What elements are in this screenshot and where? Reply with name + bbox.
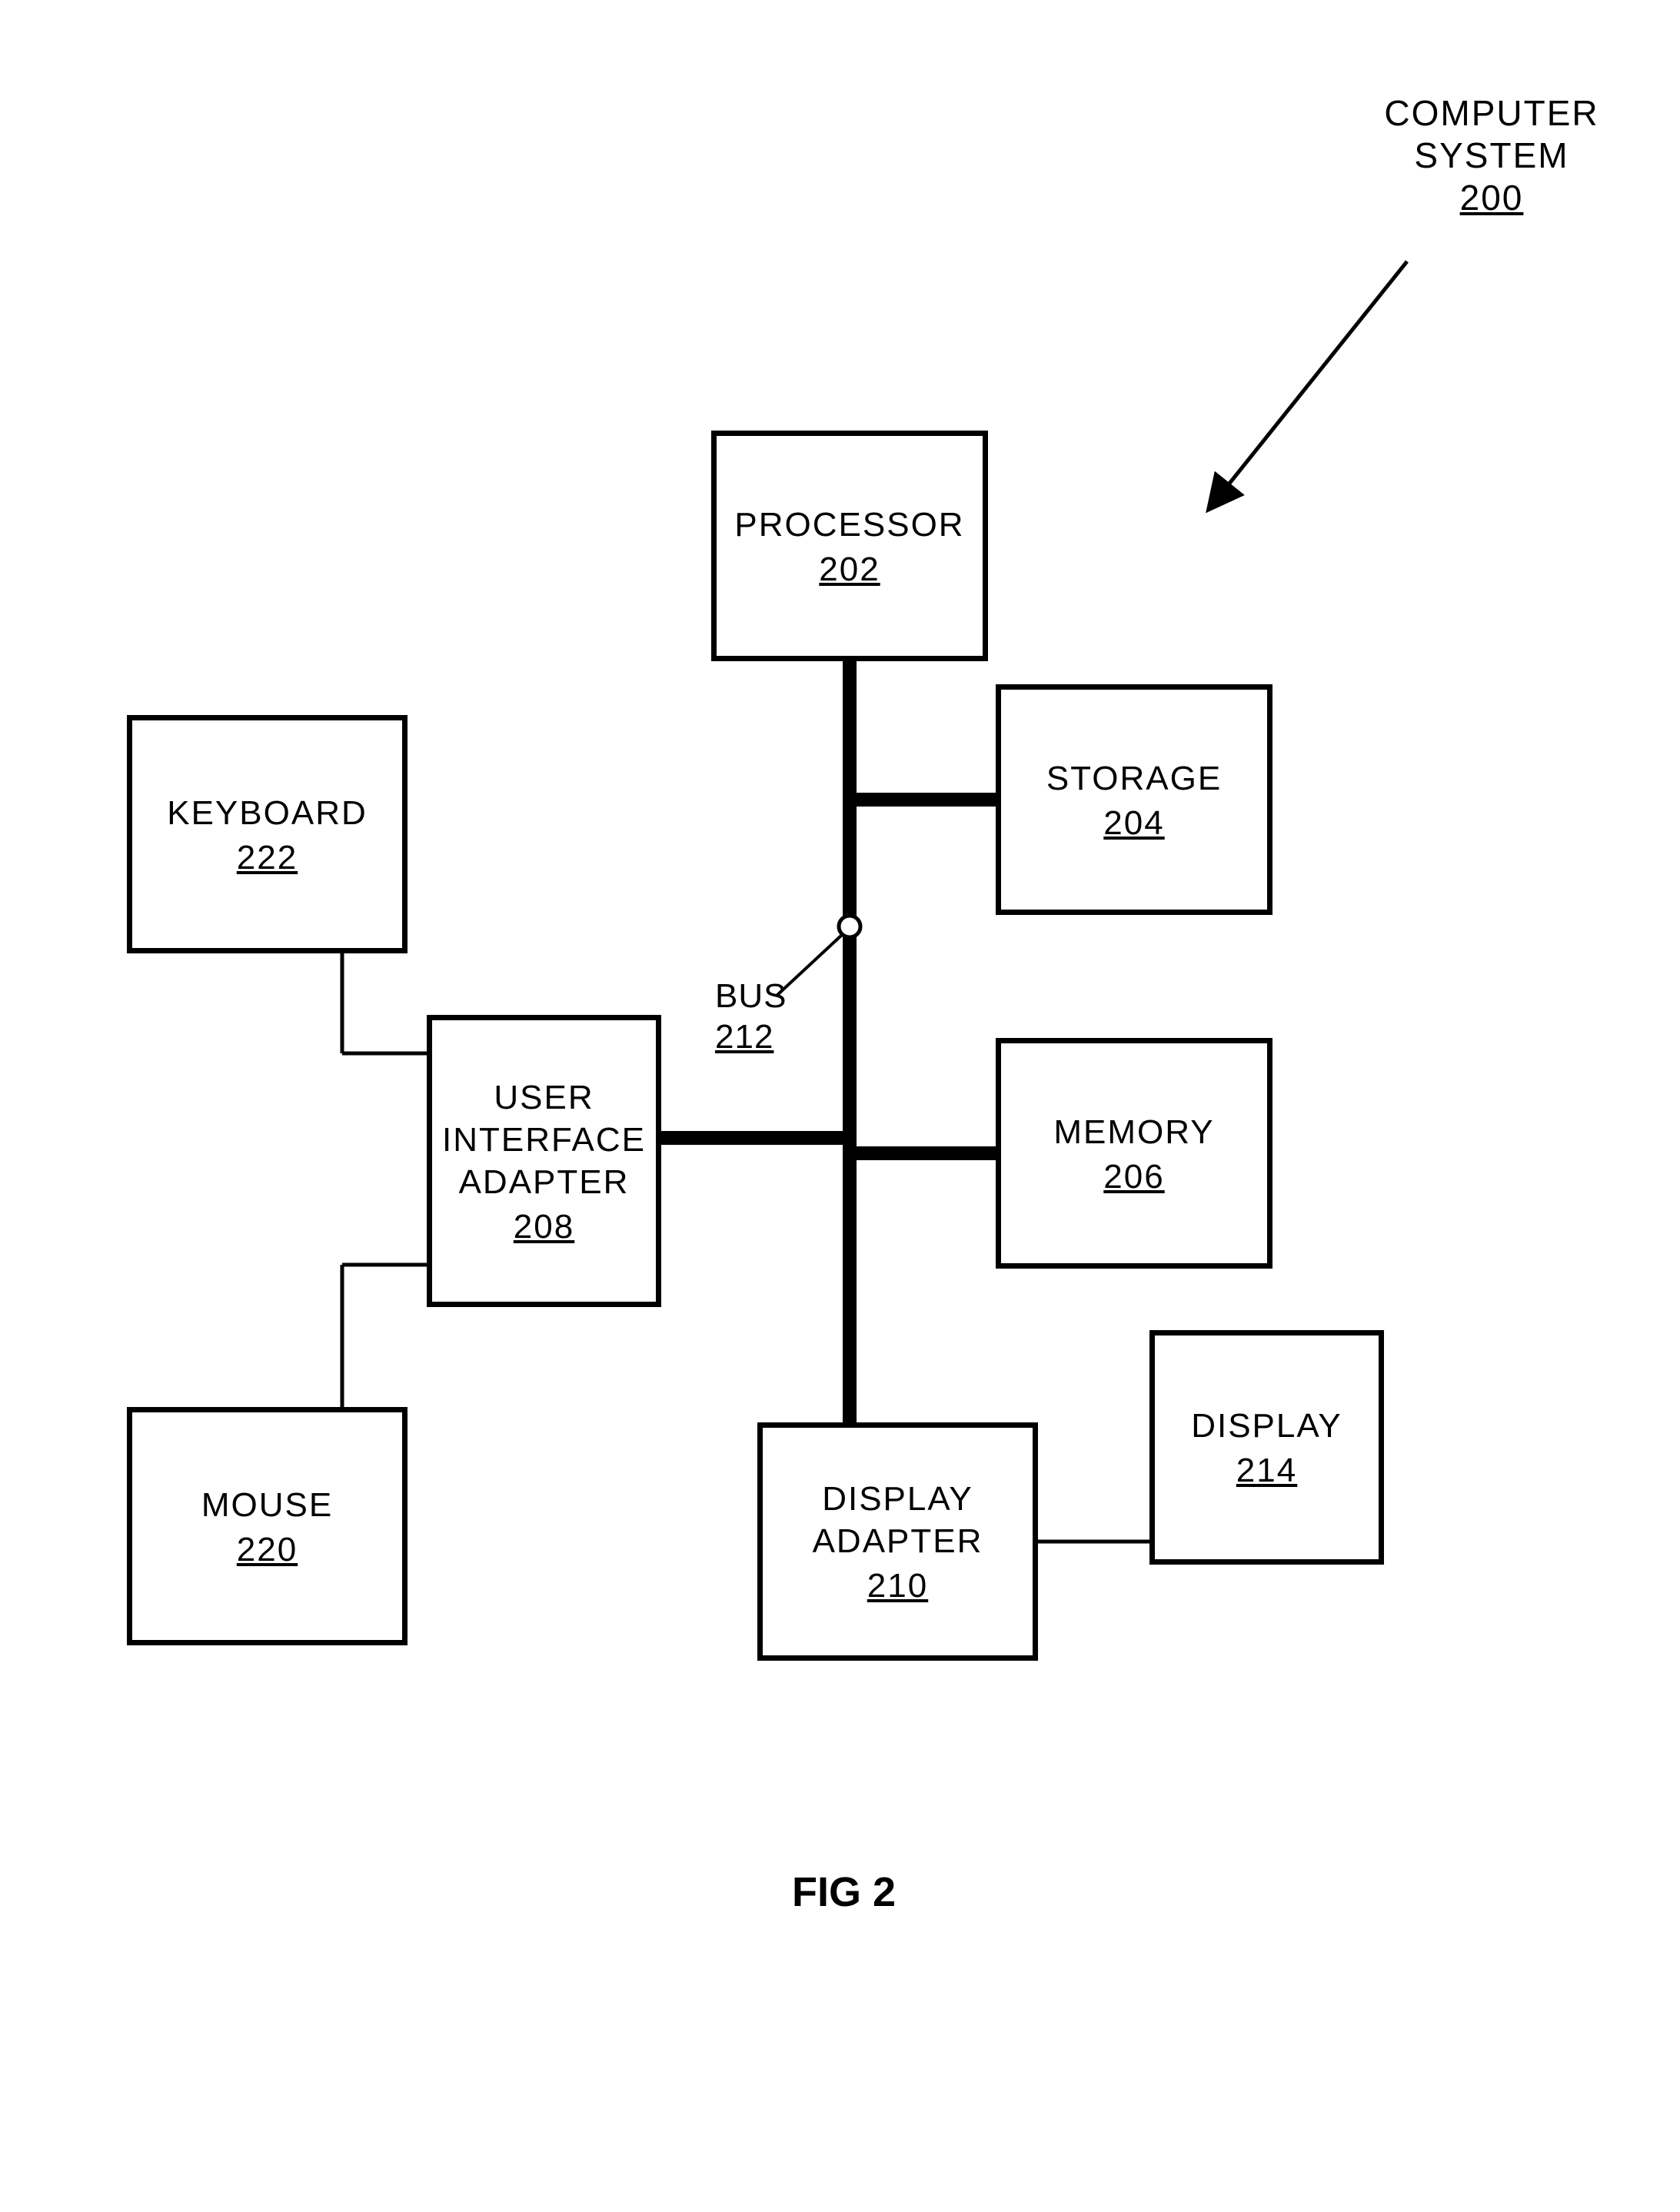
storage-label: STORAGE bbox=[1046, 757, 1222, 800]
processor-box: PROCESSOR 202 bbox=[711, 431, 988, 661]
processor-ref: 202 bbox=[819, 551, 880, 589]
mouse-ref: 220 bbox=[237, 1531, 298, 1569]
title-label: COMPUTER SYSTEM bbox=[1376, 92, 1607, 177]
ui-adapter-box: USER INTERFACE ADAPTER 208 bbox=[427, 1015, 661, 1307]
display-adapter-box: DISPLAY ADAPTER 210 bbox=[757, 1422, 1038, 1661]
processor-label: PROCESSOR bbox=[734, 504, 964, 546]
keyboard-box: KEYBOARD 222 bbox=[127, 715, 408, 953]
diagram-stage: COMPUTER SYSTEM 200 BUS 212 PROCESSOR 20… bbox=[0, 0, 1680, 2212]
memory-label: MEMORY bbox=[1053, 1111, 1214, 1153]
display-box: DISPLAY 214 bbox=[1149, 1330, 1384, 1565]
storage-ref: 204 bbox=[1103, 804, 1164, 843]
display-adapter-label: DISPLAY ADAPTER bbox=[813, 1478, 983, 1562]
display-label: DISPLAY bbox=[1191, 1405, 1342, 1447]
mouse-label: MOUSE bbox=[201, 1484, 333, 1526]
diagram-title: COMPUTER SYSTEM 200 bbox=[1376, 92, 1607, 220]
keyboard-ref: 222 bbox=[237, 839, 298, 877]
figure-label: FIG 2 bbox=[792, 1868, 896, 1916]
memory-box: MEMORY 206 bbox=[996, 1038, 1272, 1269]
bus-callout: BUS 212 bbox=[715, 976, 815, 1058]
display-adapter-ref: 210 bbox=[867, 1567, 928, 1605]
bus-label: BUS bbox=[715, 977, 787, 1015]
ui-adapter-label: USER INTERFACE ADAPTER bbox=[442, 1076, 646, 1203]
storage-box: STORAGE 204 bbox=[996, 684, 1272, 915]
keyboard-label: KEYBOARD bbox=[167, 792, 368, 834]
bus-ref: 212 bbox=[715, 1017, 815, 1058]
ui-adapter-ref: 208 bbox=[514, 1208, 574, 1246]
title-ref: 200 bbox=[1376, 177, 1607, 219]
display-ref: 214 bbox=[1236, 1452, 1297, 1490]
memory-ref: 206 bbox=[1103, 1158, 1164, 1196]
mouse-box: MOUSE 220 bbox=[127, 1407, 408, 1645]
